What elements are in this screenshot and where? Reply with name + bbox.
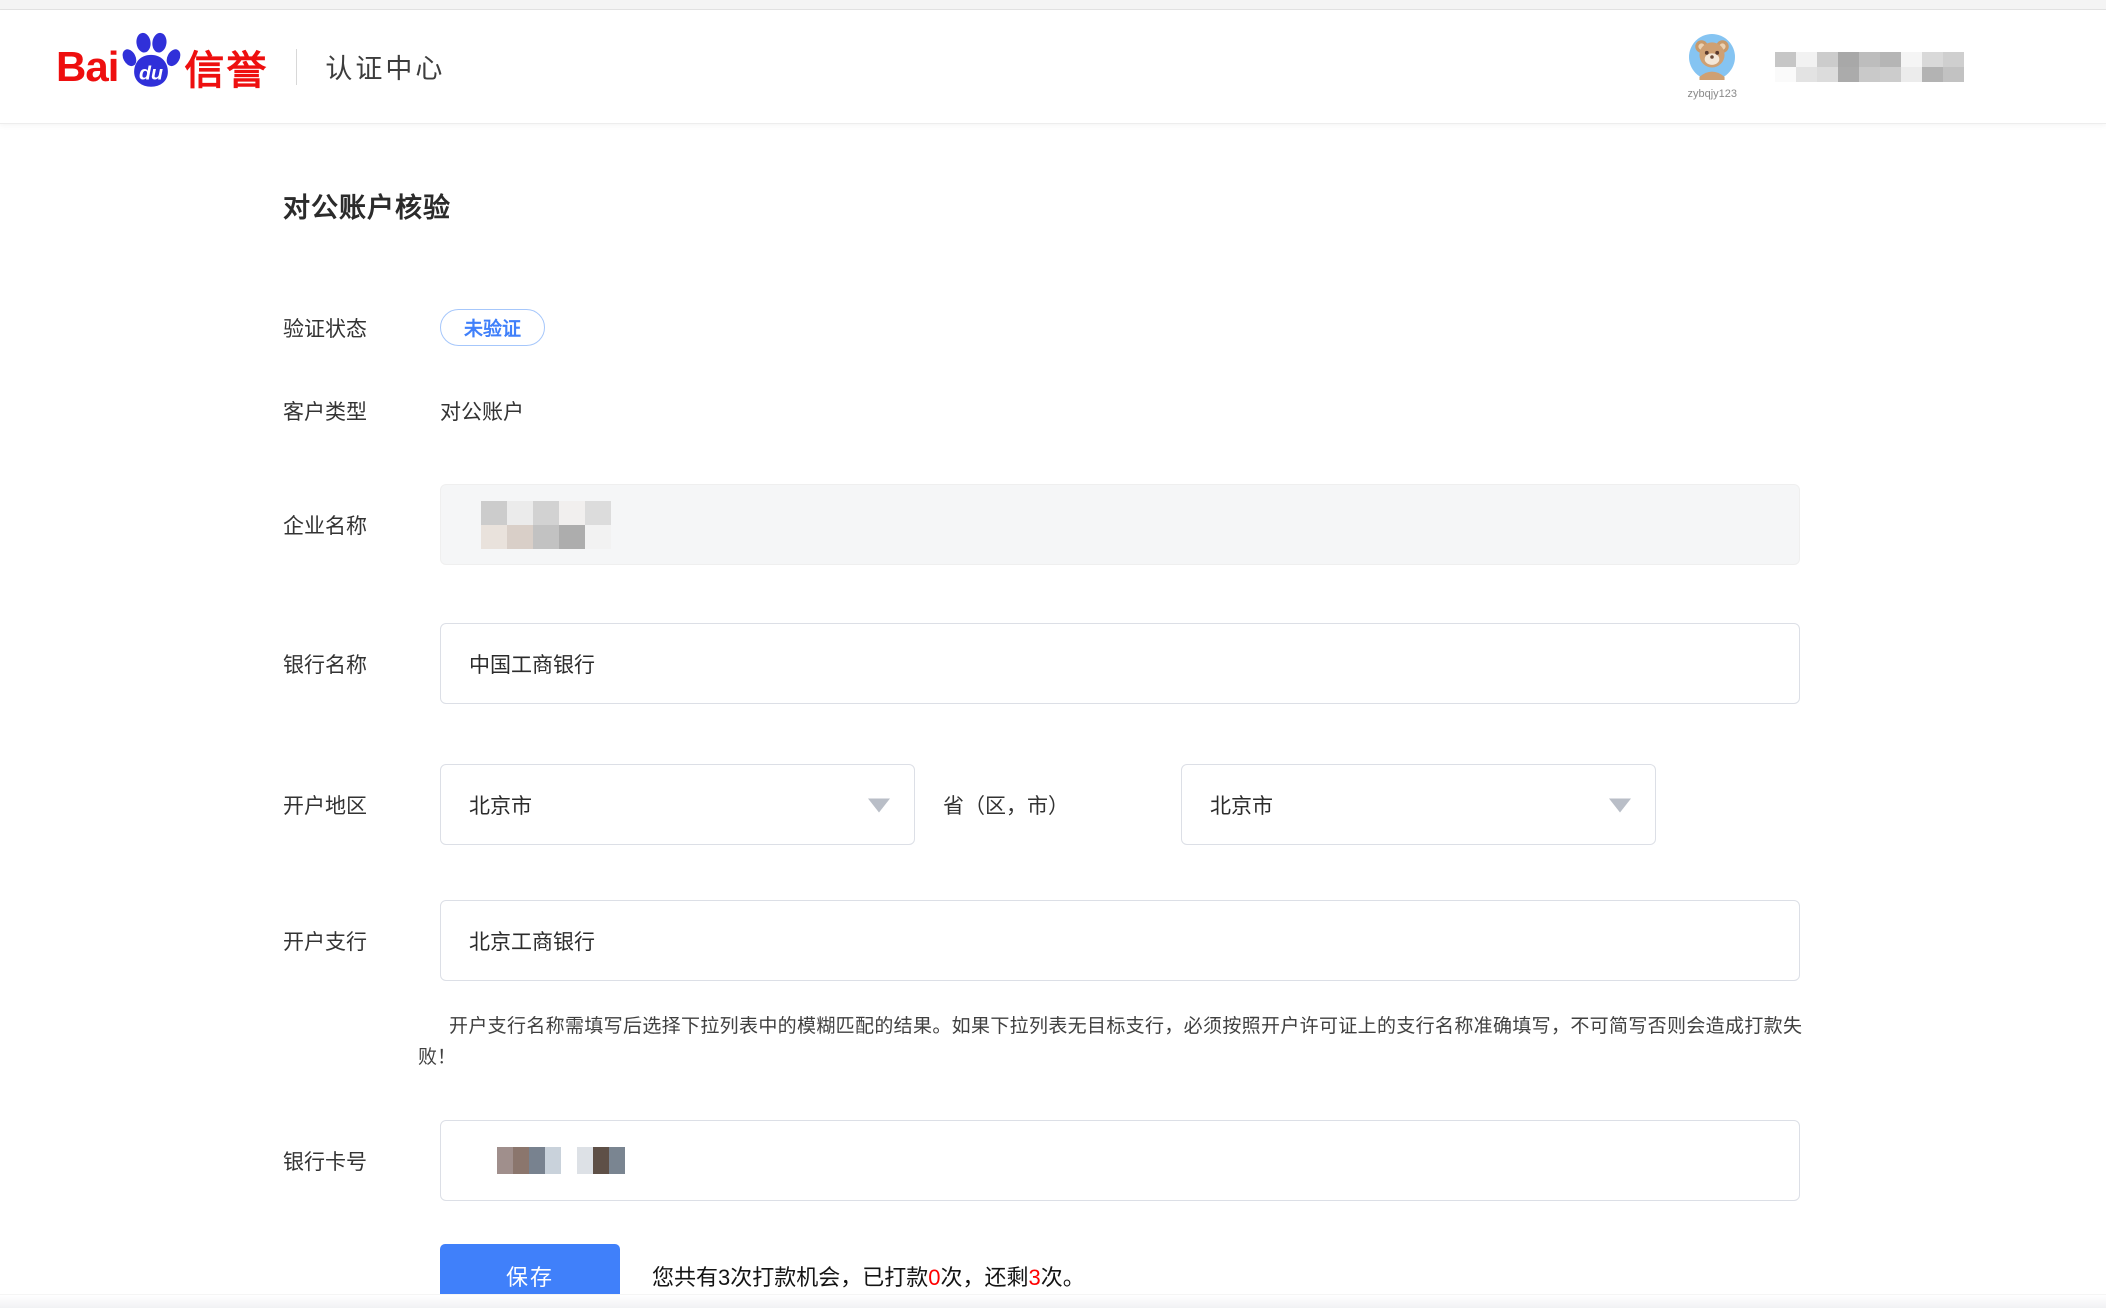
verification-page: 对公账户核验 验证状态 未验证 客户类型 对公账户 企业名称 银行名称 开户地区… (0, 186, 2106, 1307)
chevron-down-icon (868, 798, 890, 812)
card-number-redacted (497, 1147, 625, 1174)
province-select-value: 北京市 (469, 790, 532, 820)
attempts-total: 3 (718, 1265, 730, 1290)
header: Bai du 信誉 认证中心 (0, 10, 2106, 124)
attempts-mid1: 次打款机会，已打款 (730, 1265, 928, 1290)
baidu-paw-icon: du (121, 32, 181, 94)
user-avatar[interactable]: zybqjy123 (1687, 34, 1737, 100)
status-label: 验证状态 (283, 313, 440, 343)
avatar-caption: zybqjy123 (1687, 88, 1737, 100)
customer-type-value: 对公账户 (440, 396, 524, 426)
branch-row: 开户支行 (283, 900, 2106, 981)
bank-name-input[interactable] (440, 623, 1800, 704)
baidu-credit-logo[interactable]: Bai du 信誉 (56, 36, 268, 98)
page-title: 对公账户核验 (283, 186, 2106, 225)
region-row: 开户地区 北京市 省（区，市） 北京市 (283, 764, 2106, 845)
logo-text-bai: Bai (56, 43, 118, 91)
province-select[interactable]: 北京市 (440, 764, 915, 845)
attempts-used: 0 (928, 1265, 940, 1290)
chevron-down-icon (1609, 798, 1631, 812)
region-label: 开户地区 (283, 790, 440, 820)
company-name-label: 企业名称 (283, 510, 440, 540)
logo-text-xinyu: 信誉 (184, 38, 268, 96)
bank-name-row: 银行名称 (283, 623, 2106, 704)
attempts-mid2: 次，还剩 (941, 1265, 1029, 1290)
company-name-row: 企业名称 (283, 484, 2106, 565)
company-name-field (440, 484, 1800, 565)
card-number-row: 银行卡号 (283, 1120, 2106, 1201)
branch-label: 开户支行 (283, 926, 440, 956)
status-badge: 未验证 (440, 309, 545, 346)
username-redacted (1775, 52, 1964, 82)
avatar-bear-icon (1689, 34, 1735, 85)
customer-type-label: 客户类型 (283, 396, 440, 426)
svg-text:du: du (139, 62, 163, 84)
bottom-strip (0, 1294, 2106, 1308)
site-section-title: 认证中心 (325, 47, 445, 86)
header-divider (296, 49, 297, 85)
city-select-value: 北京市 (1210, 790, 1273, 820)
attempts-remaining: 3 (1029, 1265, 1041, 1290)
card-number-label: 银行卡号 (283, 1146, 440, 1176)
status-row: 验证状态 未验证 (283, 309, 2106, 346)
branch-help-note: 开户支行名称需填写后选择下拉列表中的模糊匹配的结果。如果下拉列表无目标支行，必须… (418, 1011, 1802, 1073)
attempts-suffix: 次。 (1041, 1265, 1085, 1290)
bank-name-label: 银行名称 (283, 649, 440, 679)
attempts-prefix: 您共有 (652, 1265, 718, 1290)
company-name-redacted (481, 501, 611, 549)
city-select[interactable]: 北京市 (1181, 764, 1656, 845)
browser-top-strip (0, 0, 2106, 10)
card-number-input[interactable] (440, 1120, 1800, 1201)
payment-attempts-note: 您共有3次打款机会，已打款0次，还剩3次。 (652, 1260, 1085, 1292)
region-mid-label: 省（区，市） (943, 790, 1081, 820)
customer-type-row: 客户类型 对公账户 (283, 396, 2106, 426)
branch-input[interactable] (440, 900, 1800, 981)
